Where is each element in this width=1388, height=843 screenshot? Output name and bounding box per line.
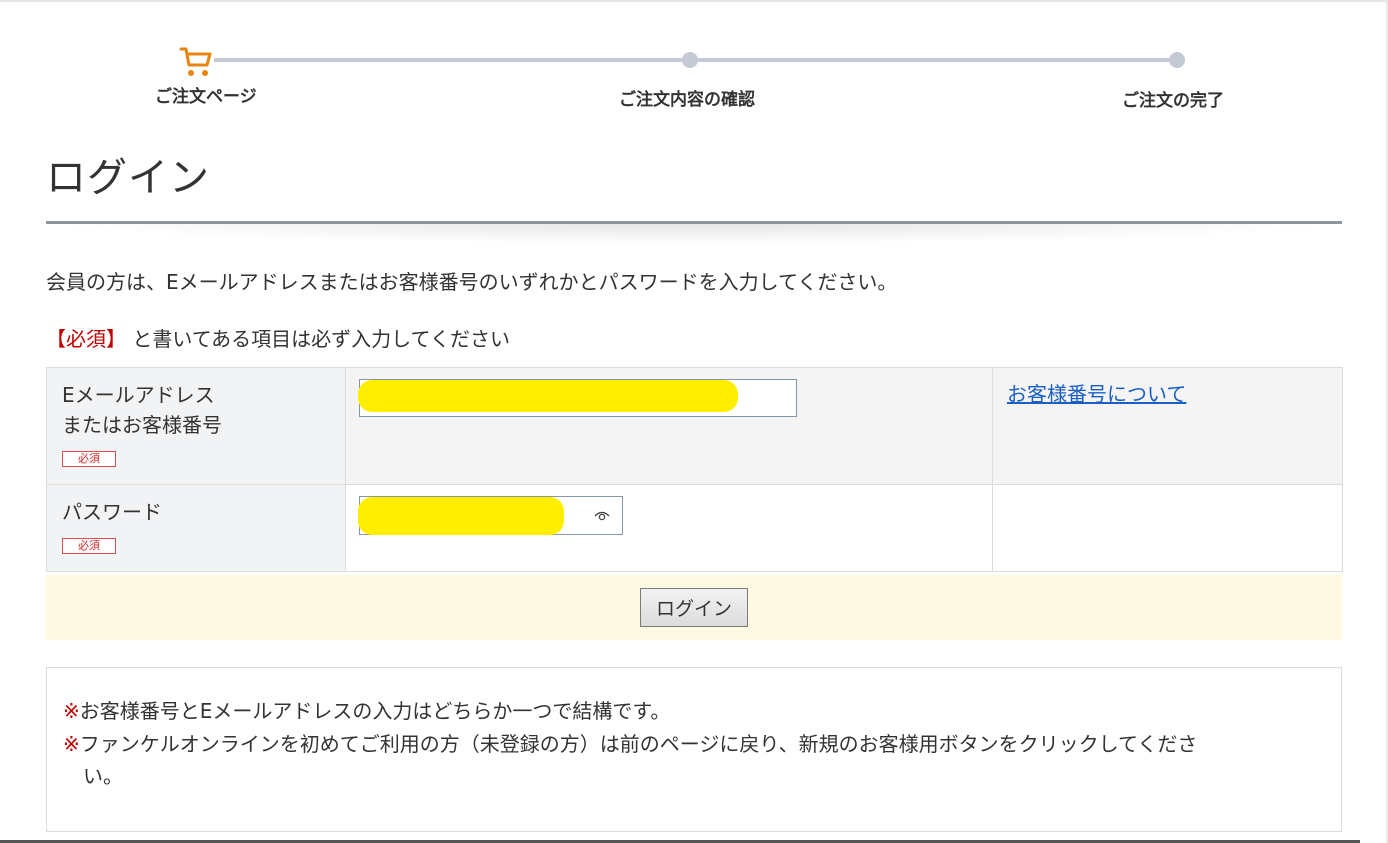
required-badge: 必須 [62, 451, 116, 467]
redaction-mask [358, 380, 738, 412]
required-marker: 【必須】 [46, 327, 126, 351]
password-label: パスワード [62, 500, 162, 524]
customer-number-help-link[interactable]: お客様番号について [1007, 382, 1186, 406]
step-dot-confirm [682, 52, 698, 68]
customer-number-label: またはお客様番号 [62, 413, 222, 437]
required-badge: 必須 [62, 538, 116, 554]
email-field[interactable] [358, 379, 797, 417]
note-mark: ※ [63, 732, 80, 756]
email-label: Eメールアドレス [62, 383, 215, 407]
login-form-table: Eメールアドレス またはお客様番号 必須 お客様番号について パスワード 必須 [46, 367, 1343, 572]
note-item: ※お客様番号とEメールアドレスの入力はどちらか一つで結構です。 [63, 695, 670, 727]
intro-text: 会員の方は、Eメールアドレスまたはお客様番号のいずれかとパスワードを入力してくだ… [46, 270, 898, 294]
top-border [0, 0, 1388, 2]
step-dot-complete [1169, 52, 1185, 68]
page-title: ログイン [46, 155, 210, 201]
notes-box: ※お客様番号とEメールアドレスの入力はどちらか一つで結構です。 ※ファンケルオン… [46, 667, 1342, 832]
cart-icon [178, 44, 214, 80]
help-link-cell: お客様番号について [992, 367, 1343, 485]
email-input-cell [345, 367, 993, 485]
step-label-order: ご注文ページ [155, 87, 257, 107]
empty-cell [992, 484, 1343, 572]
step-label-confirm: ご注文内容の確認 [619, 90, 755, 110]
required-note-text: と書いてある項目は必ず入力してください [132, 327, 510, 351]
note-continuation: い。 [83, 764, 123, 788]
password-row: パスワード 必須 [46, 484, 1343, 572]
password-field[interactable] [358, 496, 623, 535]
eye-icon[interactable] [594, 509, 610, 523]
note-text: お客様番号とEメールアドレスの入力はどちらか一つで結構です。 [79, 699, 671, 723]
password-label-cell: パスワード 必須 [46, 484, 346, 572]
step-label-complete: ご注文の完了 [1122, 91, 1224, 111]
password-input-cell [345, 484, 993, 572]
required-note: 【必須】 と書いてある項目は必ず入力してください [46, 323, 510, 352]
note-item: ※ファンケルオンラインを初めてご利用の方（未登録の方）は前のページに戻り、新規の… [63, 728, 1197, 760]
email-label-cell: Eメールアドレス またはお客様番号 必須 [46, 367, 346, 485]
note-mark: ※ [63, 699, 80, 723]
login-button[interactable]: ログイン [640, 588, 748, 627]
email-row: Eメールアドレス またはお客様番号 必須 お客様番号について [46, 367, 1343, 485]
redaction-mask [358, 497, 564, 535]
title-shadow [46, 224, 1342, 244]
note-text: ファンケルオンラインを初めてご利用の方（未登録の方）は前のページに戻り、新規のお… [79, 732, 1198, 756]
